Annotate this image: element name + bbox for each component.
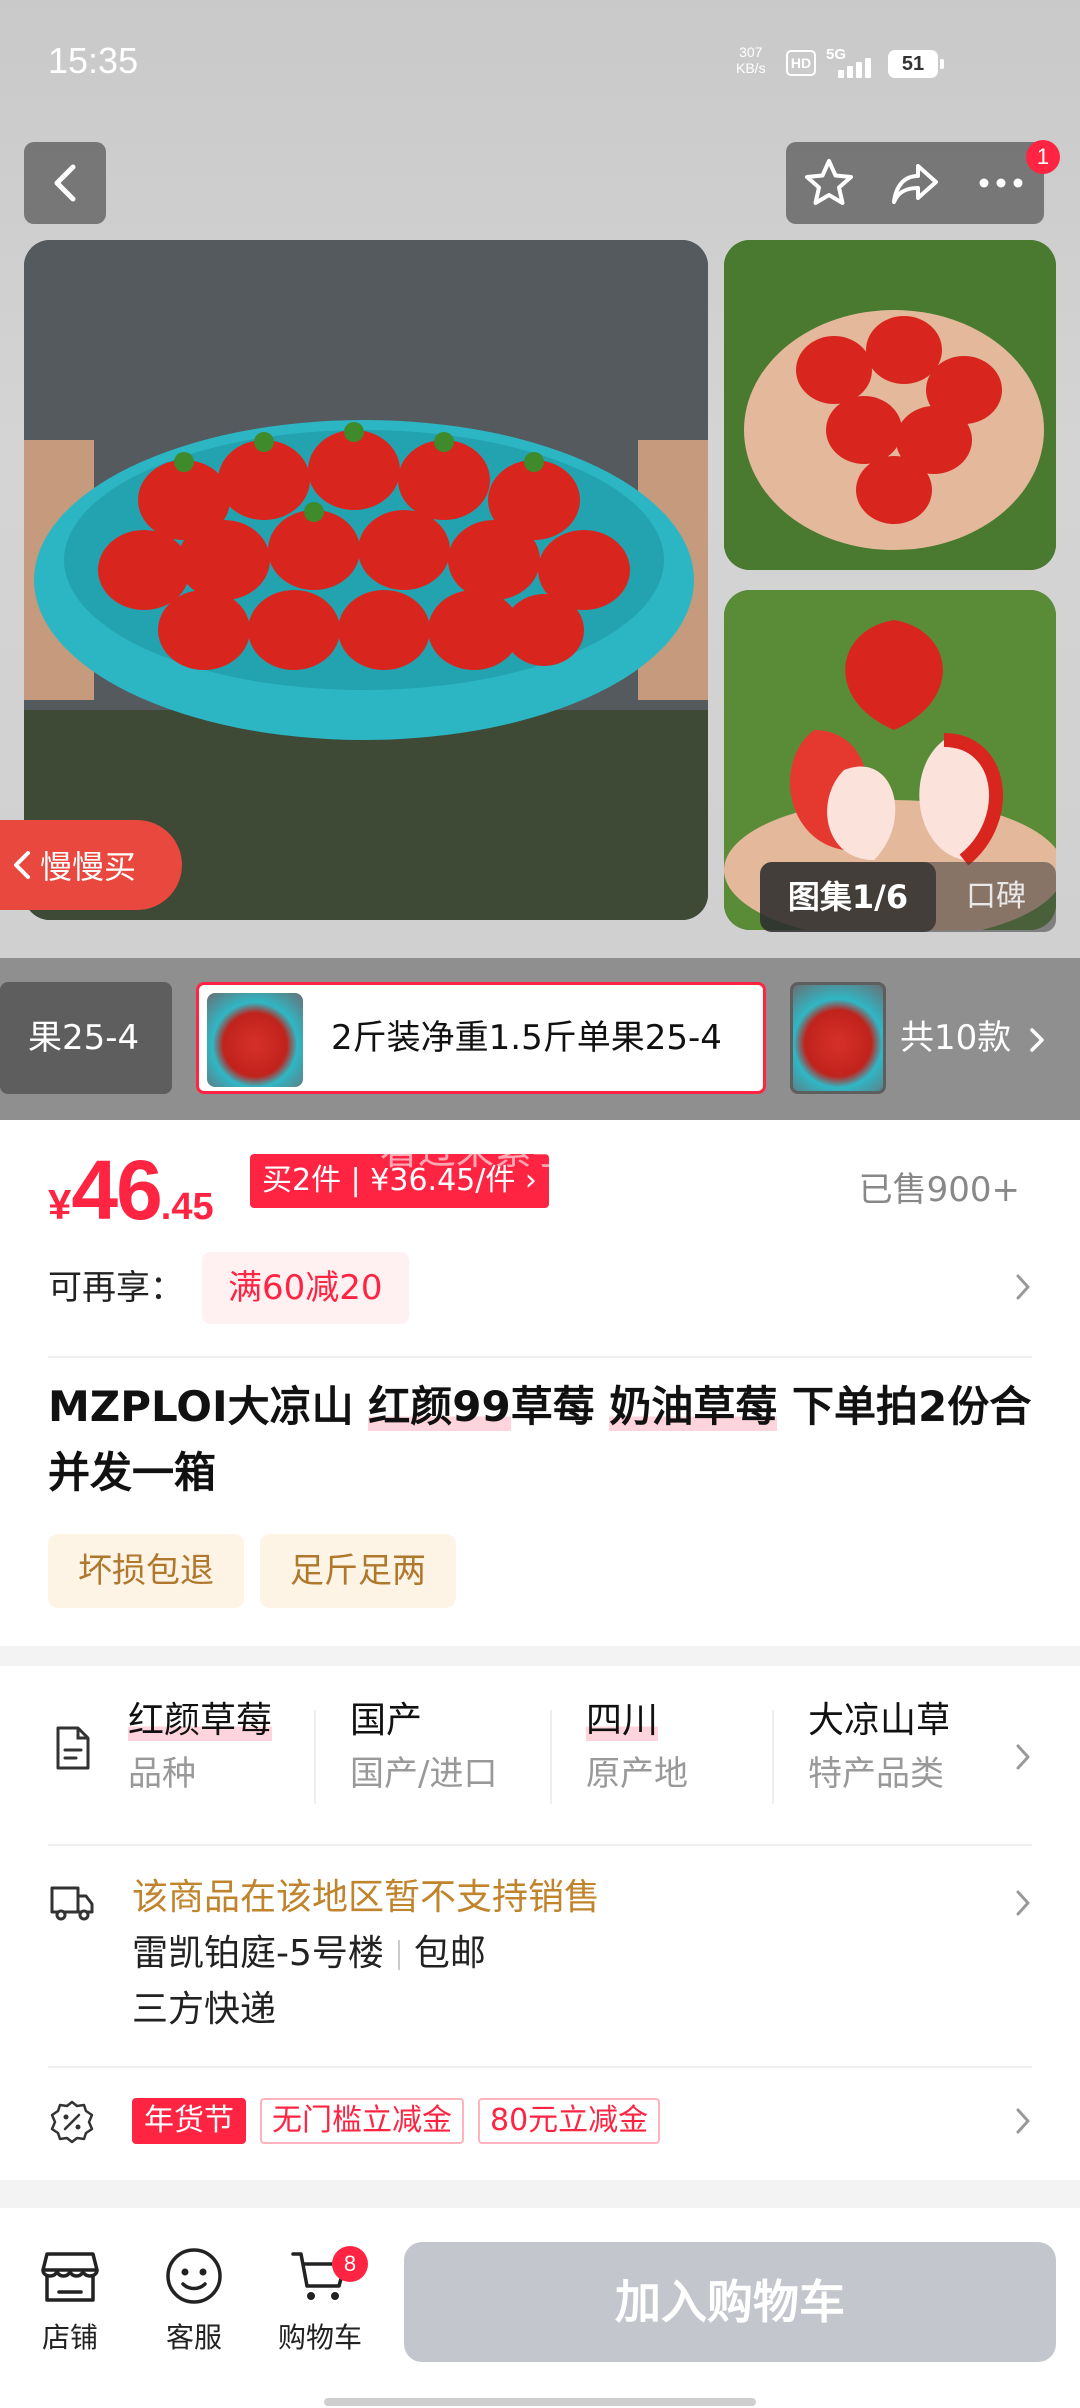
customer-service-icon (166, 2248, 222, 2304)
extra-offer-row[interactable]: 可再享： 满60减20 (48, 1250, 1032, 1326)
store-icon (41, 2252, 99, 2302)
side-product-photo-1[interactable] (724, 240, 1056, 570)
price-integer: 46 (71, 1143, 162, 1237)
service-label: 客服 (165, 2321, 222, 2354)
spec-origin-type: 国产 国产/进口 (350, 1696, 497, 1816)
document-icon (56, 1726, 90, 1770)
home-indicator[interactable] (324, 2398, 756, 2406)
divider (550, 1710, 552, 1804)
badge-full-weight[interactable]: 足斤足两 (260, 1534, 456, 1608)
main-product-photo[interactable] (24, 240, 708, 920)
store-label: 店铺 (41, 2321, 98, 2354)
divider (314, 1710, 316, 1804)
coupon-tag-80: 80元立减金 (478, 2098, 661, 2144)
chevron-right-icon (1030, 1027, 1044, 1052)
variant-option-selected[interactable]: 2斤装净重1.5斤单果25-4 (196, 982, 766, 1094)
variant-total-button[interactable]: 共10款 (900, 982, 1046, 1094)
spec-value: 四川 (586, 1700, 659, 1741)
variant-option-prev[interactable]: 果25-4 (0, 982, 172, 1094)
bottom-action-bar: 店铺 客服 购物车 8 加入购物车 (0, 2208, 1080, 2408)
title-part: 草莓 (510, 1382, 610, 1431)
shipping-warning: 该商品在该地区暂不支持销售 (132, 1877, 601, 1918)
badge-damage-refund[interactable]: 坏损包退 (48, 1534, 244, 1608)
spec-value: 红颜草莓 (128, 1700, 273, 1741)
sold-count: 已售900+ (858, 1170, 1020, 1210)
coupon-tag-no-threshold: 无门槛立减金 (260, 2098, 464, 2144)
product-title: MZPLOI大凉山 红颜99草莓 奶油草莓 下单拍2份合并发一箱 (48, 1374, 1040, 1506)
chevron-right-icon (1016, 1274, 1030, 1300)
top-actions (786, 142, 1044, 224)
title-part: MZPLOI大凉山 (48, 1382, 369, 1431)
watermark-text: 看过来紧手鼓 (380, 1129, 609, 1173)
service-tab[interactable]: 客服 (144, 2246, 244, 2356)
status-time: 15:35 (48, 40, 139, 81)
battery-icon: 51 (888, 50, 944, 78)
chevron-right-icon (1016, 1890, 1030, 1916)
signal-icon (830, 56, 874, 78)
spec-origin: 四川 原产地 (586, 1696, 688, 1816)
more-badge: 1 (1026, 140, 1060, 174)
product-info-card: ¥46.45 买2件 | ¥36.45/件 › 看过来紧手鼓 已售900+ 可再… (0, 1120, 1080, 1646)
spec-variety: 红颜草莓 品种 (128, 1696, 273, 1816)
net-speed: 307 KB/s (736, 44, 766, 76)
koubei-tab[interactable]: 口碑 (946, 862, 1046, 932)
chevron-left-icon (54, 164, 76, 202)
favorite-button[interactable] (786, 142, 872, 224)
coupon-tags: 年货节 无门槛立减金 80元立减金 (132, 2098, 674, 2144)
store-tab[interactable]: 店铺 (20, 2246, 120, 2356)
free-shipping: 包邮 (413, 1933, 486, 1974)
variant-thumbnail (207, 993, 303, 1087)
share-button[interactable] (872, 142, 958, 224)
discount-icon (50, 2100, 94, 2144)
price: ¥46.45 (48, 1142, 214, 1239)
truck-icon (50, 1886, 94, 1921)
variant-option-next[interactable] (790, 982, 886, 1094)
express-type: 三方快递 (132, 1989, 277, 2030)
divider (772, 1710, 774, 1804)
divider (48, 2066, 1032, 2068)
chevron-right-icon (1016, 1744, 1030, 1770)
variant-selected-label: 2斤装净重1.5斤单果25-4 (331, 1018, 722, 1058)
attributes-card: 红颜草莓 品种 国产 国产/进口 四川 原产地 大凉山草 特产品类 该商品在该地… (0, 1666, 1080, 2180)
add-to-cart-button[interactable]: 加入购物车 (404, 2242, 1056, 2362)
variant-total-label: 共10款 (900, 1018, 1012, 1058)
divider (48, 1356, 1032, 1358)
spec-value: 国产 (350, 1700, 423, 1741)
divider (48, 1844, 1032, 1846)
variant-selector: 果25-4 2斤装净重1.5斤单果25-4 共10款 (0, 958, 1080, 1120)
gallery-counter[interactable]: 图集1/6 口碑 (760, 862, 1056, 932)
status-bar: 15:35 307 KB/s HD 5G 51 (0, 0, 1080, 130)
title-highlight: 奶油草莓 (609, 1382, 778, 1431)
service-badges: 坏损包退 足斤足两 (48, 1534, 472, 1608)
cart-label: 购物车 (277, 2321, 362, 2354)
net-speed-unit: KB/s (736, 60, 766, 76)
price-currency: ¥ (48, 1181, 72, 1228)
chevron-right-icon (1016, 2108, 1030, 2134)
star-icon (805, 159, 853, 205)
more-icon (979, 178, 1023, 188)
spec-key: 原产地 (586, 1754, 688, 1794)
price-decimal: .45 (160, 1186, 214, 1228)
slow-buy-label: 慢慢买 (40, 848, 137, 886)
coupon-tag-festival: 年货节 (132, 2098, 246, 2144)
cart-badge: 8 (332, 2246, 368, 2282)
extra-offer-tag: 满60减20 (202, 1252, 409, 1324)
share-icon (892, 164, 938, 204)
shipping-address: 雷凯铂庭-5号楼 (132, 1933, 384, 1974)
spec-specialty: 大凉山草 特产品类 (808, 1696, 948, 1816)
spec-key: 特产品类 (808, 1754, 944, 1794)
shipping-info: 该商品在该地区暂不支持销售 雷凯铂庭-5号楼 包邮 三方快递 (132, 1870, 600, 2038)
chevron-left-icon (14, 851, 30, 879)
gallery-counter-label[interactable]: 图集1/6 (760, 862, 936, 932)
title-highlight: 红颜99 (368, 1382, 511, 1431)
variant-prev-label: 果25-4 (28, 1018, 140, 1058)
extra-offer-label: 可再享： (48, 1268, 184, 1308)
net-speed-value: 307 (739, 44, 763, 60)
hd-indicator: HD (786, 50, 816, 76)
spec-value: 大凉山草 (808, 1700, 948, 1741)
slow-buy-button[interactable]: 慢慢买 (0, 820, 182, 910)
spec-key: 品种 (128, 1754, 196, 1794)
spec-key: 国产/进口 (350, 1754, 498, 1794)
back-button[interactable] (24, 142, 106, 224)
